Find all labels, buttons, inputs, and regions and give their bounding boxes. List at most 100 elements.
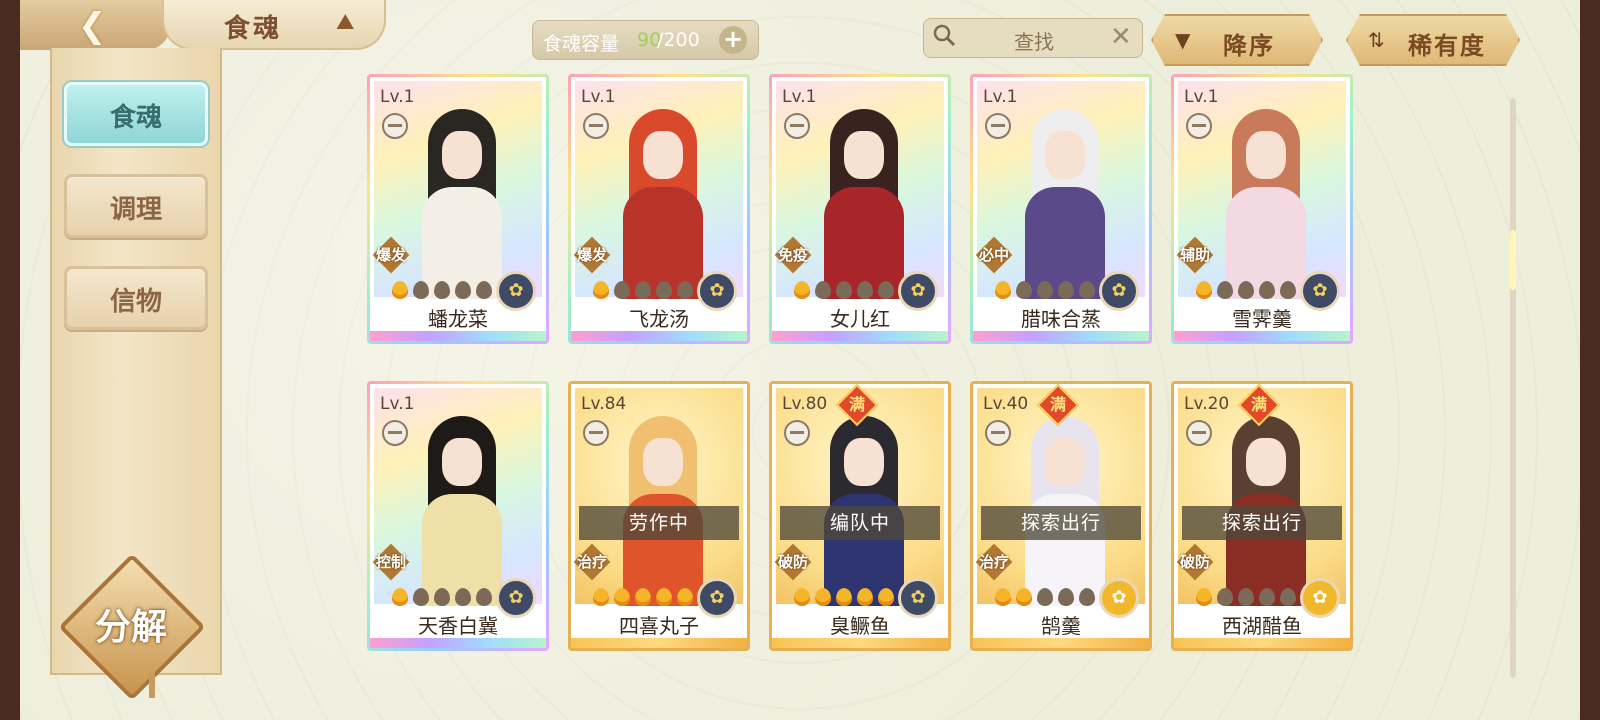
rarity-strip bbox=[772, 331, 948, 341]
character-portrait: Lv.20 满 探索出行 破防 ✿ bbox=[1178, 384, 1346, 618]
flame-star-icon bbox=[392, 281, 408, 299]
food-soul-card[interactable]: Lv.1 必中 ✿ 腊味合蒸 bbox=[970, 74, 1152, 344]
flame-star-icon bbox=[1217, 588, 1233, 606]
decompose-label[interactable]: 分解 bbox=[76, 598, 186, 650]
card-name: 腊味合蒸 bbox=[1021, 307, 1101, 331]
role-label: 破防 bbox=[1179, 553, 1210, 571]
search-input[interactable]: 查找 ✕ bbox=[923, 18, 1143, 58]
back-arrow-icon: ❮ bbox=[78, 6, 107, 46]
food-soul-card[interactable]: Lv.84 劳作中 治疗 ✿ 四喜丸子 bbox=[568, 381, 750, 651]
character-portrait: Lv.1 爆发 ✿ bbox=[372, 81, 542, 311]
flame-star-icon bbox=[1280, 281, 1296, 299]
bowl-icon bbox=[1186, 113, 1212, 139]
bowl-icon bbox=[583, 113, 609, 139]
level-label: Lv.1 bbox=[1184, 87, 1219, 107]
card-name: 臭鳜鱼 bbox=[830, 614, 890, 638]
food-soul-card[interactable]: Lv.1 免疫 ✿ 女儿红 bbox=[769, 74, 951, 344]
character-face bbox=[1045, 438, 1085, 486]
flame-star-icon bbox=[455, 281, 471, 299]
food-soul-card[interactable]: Lv.1 爆发 ✿ 飞龙汤 bbox=[568, 74, 750, 344]
flame-star-icon bbox=[794, 588, 810, 606]
character-figure bbox=[422, 416, 502, 606]
role-badge: 爆发 bbox=[573, 239, 611, 271]
tab-label: 信物 bbox=[109, 287, 162, 317]
flame-star-icon bbox=[815, 588, 831, 606]
expand-capacity-button[interactable]: + bbox=[719, 26, 747, 54]
character-portrait: Lv.1 爆发 ✿ bbox=[573, 81, 743, 311]
tassel-ornament bbox=[149, 672, 155, 698]
rarity-strip bbox=[571, 331, 747, 341]
flame-star-icon bbox=[1217, 281, 1233, 299]
flame-star-icon bbox=[656, 588, 672, 606]
flame-star-icon bbox=[1058, 281, 1074, 299]
tab-cultivate[interactable]: 调理 bbox=[64, 174, 208, 238]
tab-label: 调理 bbox=[109, 195, 162, 225]
tab-keepsake[interactable]: 信物 bbox=[64, 266, 208, 330]
character-figure bbox=[824, 109, 904, 299]
character-figure bbox=[1025, 109, 1105, 299]
rarity-strip bbox=[772, 638, 948, 648]
food-soul-card[interactable]: Lv.1 控制 ✿ 天香白冀 bbox=[367, 381, 549, 651]
role-badge: 破防 bbox=[774, 546, 812, 578]
flame-star-icon bbox=[1280, 588, 1296, 606]
scrollbar-track[interactable] bbox=[1510, 98, 1516, 678]
search-placeholder: 查找 bbox=[1014, 30, 1054, 54]
food-soul-card[interactable]: Lv.1 爆发 ✿ 蟠龙菜 bbox=[367, 74, 549, 344]
level-label: Lv.1 bbox=[581, 87, 616, 107]
star-rating bbox=[593, 281, 698, 299]
card-name: 蟠龙菜 bbox=[428, 307, 488, 331]
character-portrait: Lv.80 满 编队中 破防 ✿ bbox=[774, 384, 944, 618]
max-level-label: 满 bbox=[848, 394, 866, 414]
level-label: Lv.1 bbox=[983, 87, 1018, 107]
clear-search-icon[interactable]: ✕ bbox=[1110, 22, 1132, 52]
food-soul-card[interactable]: Lv.1 辅助 ✿ 雪霁羹 bbox=[1171, 74, 1353, 344]
role-label: 必中 bbox=[978, 246, 1009, 264]
character-figure bbox=[422, 109, 502, 299]
tab-food-soul[interactable]: 食魂 bbox=[64, 82, 208, 146]
food-soul-card[interactable]: Lv.20 满 探索出行 破防 ✿ 西湖醋鱼 bbox=[1171, 381, 1353, 651]
character-portrait: Lv.1 免疫 ✿ bbox=[776, 81, 944, 311]
flame-star-icon bbox=[1196, 588, 1212, 606]
food-soul-card[interactable]: Lv.40 满 探索出行 治疗 ✿ 鹄羹 bbox=[970, 381, 1152, 651]
game-screen: ❮ 食魂 ⛰ 食魂容量 90 /200 + 查找 ✕ ▼ 降序 ⇅ 稀有度 食魂… bbox=[20, 0, 1580, 720]
flame-star-icon bbox=[794, 281, 810, 299]
sort-rarity-label: 稀有度 bbox=[1408, 32, 1486, 60]
level-label: Lv.80 bbox=[782, 394, 828, 414]
role-label: 辅助 bbox=[1179, 246, 1210, 264]
card-name: 飞龙汤 bbox=[629, 307, 689, 331]
flame-star-icon bbox=[476, 588, 492, 606]
card-name: 鹄羹 bbox=[1041, 614, 1081, 638]
flame-star-icon bbox=[656, 281, 672, 299]
character-face bbox=[442, 438, 482, 486]
flame-star-icon bbox=[857, 281, 873, 299]
pavilion-icon[interactable]: ⛰ bbox=[336, 10, 354, 35]
rarity-strip bbox=[370, 638, 546, 648]
flame-star-icon bbox=[995, 281, 1011, 299]
back-button[interactable]: ❮ bbox=[20, 0, 170, 50]
sort-order-button[interactable]: ▼ 降序 bbox=[1151, 14, 1323, 66]
role-label: 治疗 bbox=[978, 553, 1009, 571]
role-badge: 爆发 bbox=[372, 239, 410, 271]
sort-order-label: 降序 bbox=[1223, 32, 1275, 60]
food-soul-card[interactable]: Lv.80 满 编队中 破防 ✿ 臭鳜鱼 bbox=[769, 381, 951, 651]
flame-star-icon bbox=[593, 588, 609, 606]
scrollbar-thumb[interactable] bbox=[1510, 230, 1516, 290]
character-face bbox=[643, 131, 683, 179]
flame-star-icon bbox=[836, 281, 852, 299]
flame-star-icon bbox=[1238, 281, 1254, 299]
flame-star-icon bbox=[836, 588, 852, 606]
flame-star-icon bbox=[995, 588, 1011, 606]
character-figure bbox=[1226, 109, 1306, 299]
star-rating bbox=[392, 281, 497, 299]
flame-star-icon bbox=[413, 281, 429, 299]
card-name: 西湖醋鱼 bbox=[1222, 614, 1302, 638]
level-label: Lv.1 bbox=[782, 87, 817, 107]
capacity-max: /200 bbox=[657, 29, 700, 51]
rarity-strip bbox=[973, 638, 1149, 648]
flame-star-icon bbox=[476, 281, 492, 299]
flame-star-icon bbox=[878, 281, 894, 299]
sort-rarity-button[interactable]: ⇅ 稀有度 bbox=[1346, 14, 1520, 66]
card-name: 天香白冀 bbox=[418, 614, 498, 638]
bowl-icon bbox=[985, 420, 1011, 446]
level-label: Lv.20 bbox=[1184, 394, 1230, 414]
